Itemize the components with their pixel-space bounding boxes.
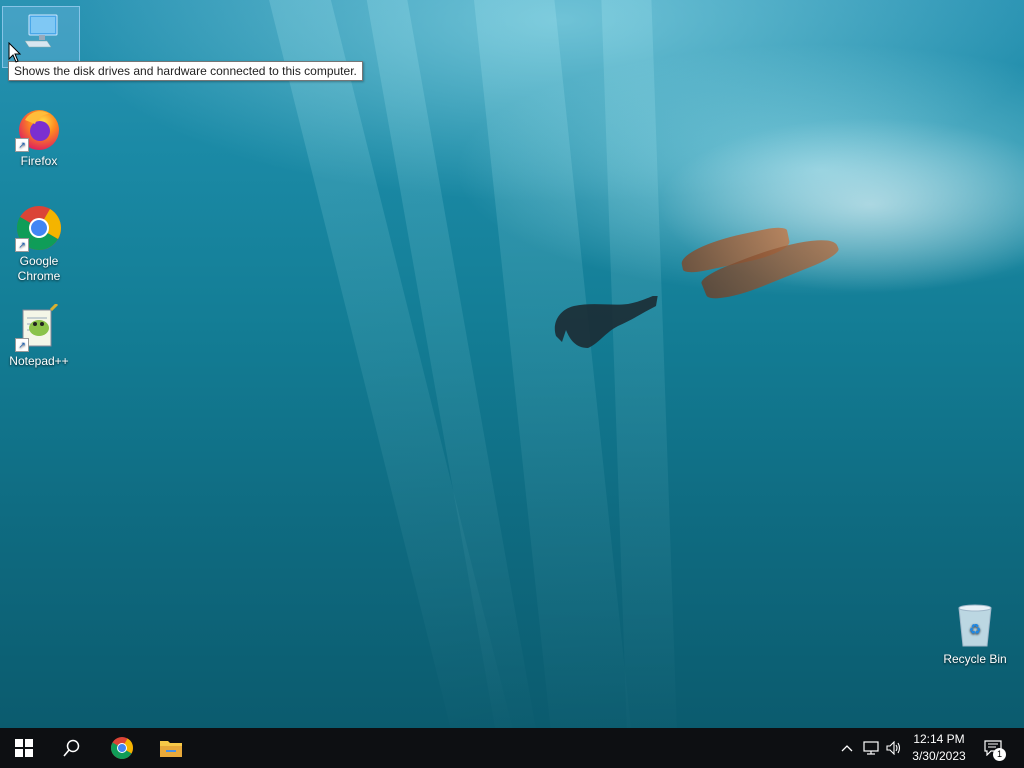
computer-icon — [21, 11, 61, 55]
search-button[interactable] — [48, 728, 96, 768]
folder-icon — [160, 741, 182, 757]
desktop-icon-google-chrome[interactable]: ↗ Google Chrome — [1, 204, 77, 284]
clock-button[interactable]: 12:14 PM 3/30/2023 — [900, 731, 978, 765]
desktop-icon-label: Google Chrome — [17, 254, 61, 283]
search-icon — [63, 739, 80, 757]
clock-time: 12:14 PM — [913, 732, 965, 746]
recycle-bin-icon: ♻ — [951, 602, 999, 650]
network-icon — [863, 741, 879, 755]
show-hidden-icons-button[interactable] — [838, 728, 856, 768]
desktop-icon-label: Firefox — [20, 154, 58, 168]
tooltip: Shows the disk drives and hardware conne… — [8, 61, 363, 81]
notepadpp-icon: ↗ — [15, 302, 63, 352]
mouse-cursor-icon — [8, 42, 22, 63]
taskbar-file-explorer-button[interactable] — [147, 728, 195, 768]
desktop-icon-recycle-bin[interactable]: ♻ Recycle Bin — [937, 602, 1013, 667]
svg-text:♻: ♻ — [969, 622, 982, 638]
chrome-icon — [111, 737, 133, 759]
notification-count-badge: 1 — [993, 748, 1006, 761]
swimmer-figure — [554, 296, 658, 348]
shortcut-arrow-icon: ↗ — [15, 238, 29, 252]
shortcut-arrow-icon: ↗ — [15, 138, 29, 152]
start-button[interactable] — [0, 728, 48, 768]
chevron-up-icon — [841, 745, 853, 752]
desktop-icon-label: Notepad++ — [9, 354, 69, 368]
shortcut-arrow-icon: ↗ — [15, 338, 29, 352]
taskbar: 12:14 PM 3/30/2023 — [0, 728, 1024, 768]
clock-date: 3/30/2023 — [912, 749, 966, 763]
desktop-icon-notepadpp[interactable]: ↗ Notepad++ — [1, 302, 77, 369]
network-button[interactable] — [860, 728, 882, 768]
windows-logo-icon — [15, 739, 33, 757]
desktop-background[interactable]: ↗ Firefox ↗ Google Chrome ↗ Notepad++ ♻ … — [0, 0, 1024, 728]
firefox-icon: ↗ — [15, 104, 63, 152]
taskbar-chrome-button[interactable] — [98, 728, 146, 768]
desktop-icon-label: Recycle Bin — [943, 652, 1007, 666]
desktop-icon-firefox[interactable]: ↗ Firefox — [1, 104, 77, 169]
chrome-icon: ↗ — [15, 204, 63, 252]
